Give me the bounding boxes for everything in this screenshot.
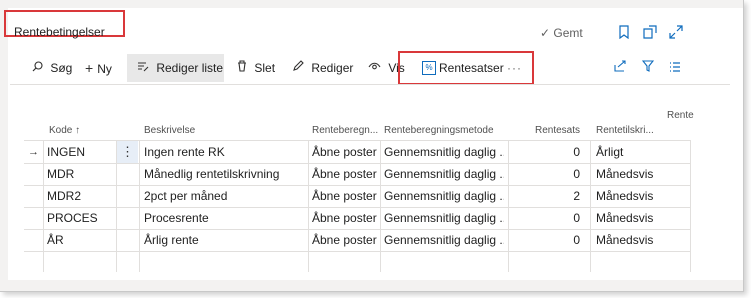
action-bar-divider xyxy=(10,84,730,85)
cell-calc-method: Gennemsnitlig daglig ... xyxy=(384,189,504,203)
cell-code[interactable]: INGEN xyxy=(47,141,117,163)
edit-list-button[interactable]: Rediger liste xyxy=(127,54,224,82)
plus-icon: + xyxy=(85,60,94,76)
cell-rate: 0 xyxy=(573,211,580,225)
grid-divider xyxy=(508,140,509,272)
search-label: Søg xyxy=(50,61,73,75)
sort-ascending-icon: ↑ xyxy=(75,125,81,136)
cell-rate: 2 xyxy=(573,189,580,203)
cell-addition: Månedsvis xyxy=(596,167,654,181)
cell-addition: Månedsvis xyxy=(596,211,654,225)
column-header-addition[interactable]: Rentetilskri... xyxy=(596,125,664,136)
saved-label: Gemt xyxy=(553,26,583,40)
page-window: Rentebetingelser ✓ Gemt Søg + Ny Rediger … xyxy=(0,0,744,292)
cell-code[interactable]: MDR xyxy=(47,163,117,185)
row-selected-arrow-icon: → xyxy=(28,146,39,158)
cell-description: 2pct per måned xyxy=(144,189,228,203)
column-header-code[interactable]: Kode ↑ xyxy=(49,125,109,136)
edit-label: Rediger xyxy=(311,61,354,75)
edit-list-label: Rediger liste xyxy=(156,61,224,75)
eye-icon xyxy=(368,61,384,75)
cell-calc-method: Gennemsnitlig daglig ... xyxy=(384,211,504,225)
cell-calc-basis: Åbne poster xyxy=(312,145,377,159)
bookmark-icon[interactable] xyxy=(618,25,630,42)
cell-description: Årlig rente xyxy=(144,233,199,247)
edit-button[interactable]: Rediger xyxy=(292,54,353,82)
expand-icon[interactable] xyxy=(669,25,683,42)
list-view-icon[interactable] xyxy=(669,54,681,82)
cell-rate: 0 xyxy=(573,145,580,159)
cell-code[interactable]: MDR2 xyxy=(47,185,117,207)
share-icon[interactable] xyxy=(614,54,627,82)
column-header-rate[interactable]: Rentesats xyxy=(520,125,580,136)
row-actions-menu-icon[interactable]: ⋮ xyxy=(117,141,138,163)
cell-description: Procesrente xyxy=(144,211,209,225)
cell-description: Ingen rente RK xyxy=(144,145,225,159)
grid-divider xyxy=(690,140,691,272)
search-icon xyxy=(32,61,46,75)
grid-divider xyxy=(43,140,44,272)
edit-list-icon xyxy=(137,61,152,75)
action-bar: Søg + Ny Rediger liste Slet Rediger Vis % xyxy=(10,54,730,82)
grid-divider xyxy=(139,140,140,272)
page-title: Rentebetingelser xyxy=(14,25,105,39)
cell-calc-method: Gennemsnitlig daglig ... xyxy=(384,233,504,247)
column-header-description[interactable]: Beskrivelse xyxy=(144,125,294,136)
cell-addition: Månedsvis xyxy=(596,189,654,203)
cell-calc-basis: Åbne poster xyxy=(312,189,377,203)
cell-rate: 0 xyxy=(573,167,580,181)
cell-addition: Årligt xyxy=(596,145,624,159)
cell-code[interactable]: PROCES xyxy=(47,207,117,229)
cell-calc-method: Gennemsnitlig daglig ... xyxy=(384,145,504,159)
delete-label: Slet xyxy=(254,61,276,75)
trash-icon xyxy=(237,60,250,75)
saved-status: ✓ Gemt xyxy=(540,26,583,40)
interest-rates-highlight-box xyxy=(398,51,534,85)
grid-divider xyxy=(380,140,381,272)
new-button[interactable]: + Ny xyxy=(85,54,112,82)
column-header-code-label: Kode xyxy=(49,125,73,136)
filter-icon[interactable] xyxy=(641,54,655,82)
cell-calc-basis: Åbne poster xyxy=(312,167,377,181)
column-header-calc-basis[interactable]: Renteberegn... xyxy=(312,125,380,136)
search-button[interactable]: Søg xyxy=(32,54,72,82)
cell-calc-basis: Åbne poster xyxy=(312,233,377,247)
cell-description: Månedlig rentetilskrivning xyxy=(144,167,280,181)
cell-rate: 0 xyxy=(573,233,580,247)
open-new-window-icon[interactable] xyxy=(643,25,657,42)
pencil-icon xyxy=(292,60,307,75)
column-header-calc-method[interactable]: Renteberegningsmetode xyxy=(384,125,504,136)
grid-divider xyxy=(590,140,591,272)
cell-code[interactable]: ÅR xyxy=(47,229,117,251)
delete-button[interactable]: Slet xyxy=(237,54,275,82)
cell-calc-basis: Åbne poster xyxy=(312,211,377,225)
check-icon: ✓ xyxy=(540,26,551,40)
cell-addition: Månedsvis xyxy=(596,233,654,247)
cell-calc-method: Gennemsnitlig daglig ... xyxy=(384,167,504,181)
new-label: Ny xyxy=(97,62,112,76)
grid-divider xyxy=(308,140,309,272)
column-header-cutoff[interactable]: Rente xyxy=(667,110,694,121)
